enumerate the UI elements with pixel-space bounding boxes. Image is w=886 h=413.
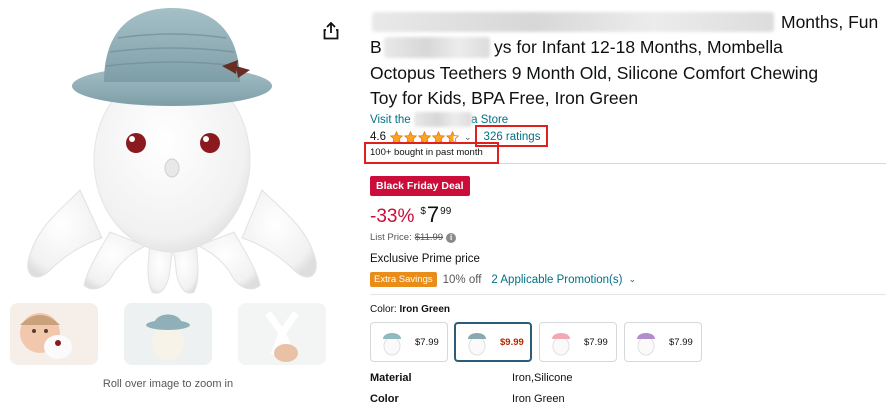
title-line-3: Octopus Teethers 9 Month Old, Silicone C… <box>370 63 819 83</box>
chevron-down-icon[interactable]: ⌄ <box>628 274 636 285</box>
title-line-2-prefix: B <box>370 37 382 57</box>
thumbnail-strip <box>10 303 330 365</box>
redaction-blur <box>372 12 774 32</box>
list-price-label: List Price: <box>370 232 412 243</box>
spec-value: Iron,Silicone <box>512 372 573 384</box>
spec-row: Color Iron Green <box>370 393 886 411</box>
thumbnail-baby[interactable] <box>10 303 98 365</box>
redaction-blur <box>414 112 472 127</box>
title-line-1: Months, Fun <box>781 12 879 32</box>
share-button[interactable] <box>318 18 344 44</box>
list-price-value: $11.99 <box>414 232 444 243</box>
swatch-price: $7.99 <box>584 336 608 348</box>
savings-row: Extra Savings 10% off 2 Applicable Promo… <box>370 271 636 288</box>
swatch-price: $7.99 <box>415 336 439 348</box>
spec-key: Color <box>370 393 399 405</box>
color-swatch[interactable]: $7.99 <box>539 322 617 362</box>
selected-color-name: Iron Green <box>399 304 451 315</box>
spec-key: Material <box>370 372 412 384</box>
share-icon <box>323 22 339 40</box>
applicable-promotions-link[interactable]: 2 Applicable Promotion(s) <box>491 274 622 286</box>
zoom-hint: Roll over image to zoom in <box>102 378 234 390</box>
ratings-count-link[interactable]: 326 ratings <box>484 131 541 143</box>
extra-savings-percent: 10% off <box>442 273 482 286</box>
spec-row: Material Iron,Silicone <box>370 372 886 390</box>
main-product-image[interactable] <box>0 0 350 298</box>
color-swatch-selected[interactable]: $9.99 <box>454 322 532 362</box>
title-line-4: Toy for Kids, BPA Free, Iron Green <box>370 88 639 108</box>
prime-price-text: Exclusive Prime price <box>370 253 480 265</box>
swatch-thumbnail <box>552 333 570 356</box>
thumbnail-octopus-hand[interactable] <box>238 303 326 365</box>
title-line-2: ys for Infant 12-18 Months, Mombella <box>494 37 783 57</box>
price-whole: 7 <box>426 202 440 227</box>
price-symbol: $ <box>420 206 426 217</box>
black-friday-deal-badge: Black Friday Deal <box>370 176 470 196</box>
extra-savings-badge: Extra Savings <box>370 272 437 287</box>
swatch-thumbnail <box>637 333 655 356</box>
discount-percent: -33% <box>370 206 415 227</box>
thumbnail-octopus-front[interactable] <box>124 303 212 365</box>
price-fraction: 99 <box>440 206 452 217</box>
chevron-down-icon[interactable]: ⌄ <box>464 132 472 143</box>
swatch-price: $7.99 <box>669 336 693 348</box>
swatch-price: $9.99 <box>500 336 524 348</box>
divider <box>370 294 886 295</box>
color-label: Color: Iron Green <box>370 304 451 315</box>
list-price: List Price: $11.99 i <box>370 232 457 243</box>
color-swatch[interactable]: $7.99 <box>370 322 448 362</box>
swatch-thumbnail <box>383 333 401 356</box>
bought-highlight-box <box>364 142 499 164</box>
redaction-blur <box>384 37 490 58</box>
price-row: -33% $ 7 99 <box>370 203 451 233</box>
spec-value: Iron Green <box>512 393 565 405</box>
info-icon[interactable]: i <box>446 232 457 243</box>
swatch-thumbnail <box>468 333 486 356</box>
color-swatch[interactable]: $7.99 <box>624 322 702 362</box>
octopus-teether-image <box>27 8 317 294</box>
